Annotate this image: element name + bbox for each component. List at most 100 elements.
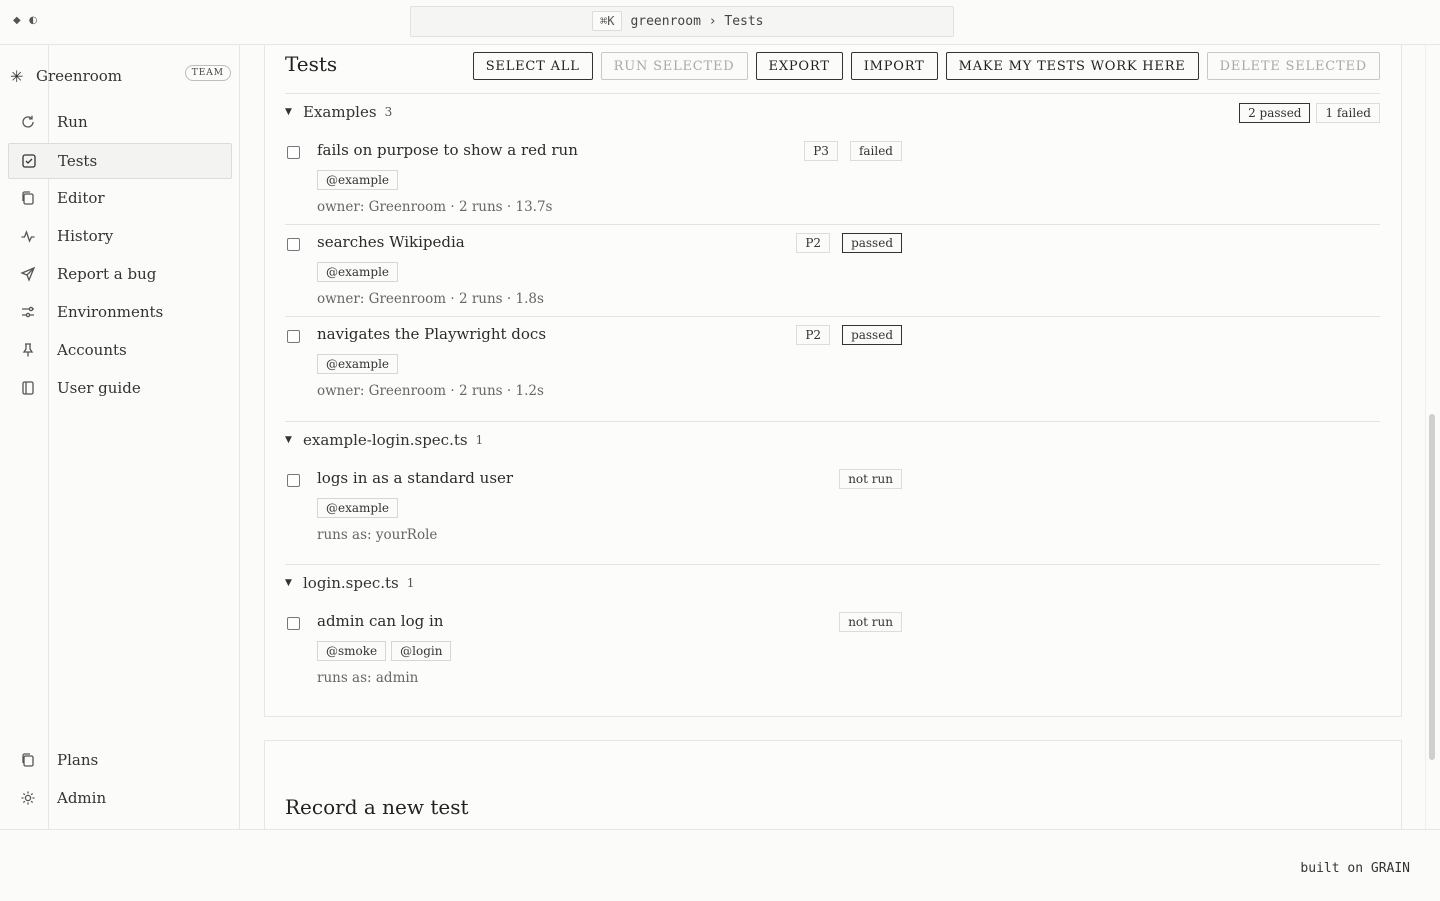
toolbar: SELECT ALL RUN SELECTED EXPORT IMPORT MA… bbox=[472, 52, 1380, 80]
import-button[interactable]: IMPORT bbox=[850, 52, 938, 80]
test-badges: not run bbox=[839, 612, 902, 632]
group-header-login[interactable]: ▼ login.spec.ts 1 bbox=[285, 574, 414, 592]
group-summary: 2 passed 1 failed bbox=[1239, 103, 1380, 123]
page-title: Tests bbox=[285, 52, 338, 76]
sidebar-item-accounts[interactable]: Accounts bbox=[8, 333, 230, 367]
passed-count-chip[interactable]: 2 passed bbox=[1239, 103, 1311, 123]
group-name: Examples bbox=[303, 103, 377, 121]
test-name[interactable]: admin can log in bbox=[317, 612, 443, 630]
priority-badge: P2 bbox=[796, 325, 831, 345]
divider bbox=[285, 93, 1380, 94]
tag[interactable]: @example bbox=[317, 170, 399, 190]
sidebar-item-admin[interactable]: Admin bbox=[8, 781, 230, 815]
test-tags: @example bbox=[317, 170, 399, 190]
sidebar-item-label: Report a bug bbox=[57, 265, 157, 283]
asterisk-logo-icon: ✳ bbox=[10, 67, 24, 86]
footer: built on GRAIN bbox=[0, 829, 1440, 901]
tag[interactable]: @example bbox=[317, 498, 399, 518]
sun-gear-icon bbox=[8, 790, 48, 806]
test-badges: P2 passed bbox=[796, 233, 902, 253]
export-button[interactable]: EXPORT bbox=[755, 52, 843, 80]
test-meta: runs as: admin bbox=[317, 670, 419, 686]
test-checkbox[interactable] bbox=[287, 617, 300, 630]
sidebar-item-tests[interactable]: Tests bbox=[8, 143, 232, 179]
sidebar-item-label: Environments bbox=[57, 303, 164, 321]
test-checkbox[interactable] bbox=[287, 474, 300, 487]
test-tags: @smoke @login bbox=[317, 641, 452, 661]
test-name[interactable]: logs in as a standard user bbox=[317, 469, 513, 487]
scrollbar-thumb[interactable] bbox=[1429, 414, 1435, 760]
sidebar-item-label: Run bbox=[57, 113, 88, 131]
test-meta: owner: Greenroom · 2 runs · 1.8s bbox=[317, 291, 544, 307]
test-checkbox[interactable] bbox=[287, 238, 300, 251]
failed-count-chip[interactable]: 1 failed bbox=[1316, 103, 1380, 123]
book-icon bbox=[8, 380, 48, 396]
divider bbox=[285, 421, 1380, 422]
tag[interactable]: @example bbox=[317, 262, 399, 282]
top-bar-icons: ◆ ◐ bbox=[13, 15, 37, 26]
divider bbox=[285, 316, 1380, 317]
checkbox-icon bbox=[9, 153, 49, 169]
test-badges: P3 failed bbox=[804, 141, 902, 161]
test-name[interactable]: navigates the Playwright docs bbox=[317, 325, 546, 343]
group-name: example-login.spec.ts bbox=[303, 431, 468, 449]
delete-selected-button[interactable]: DELETE SELECTED bbox=[1206, 52, 1380, 80]
test-meta: owner: Greenroom · 2 runs · 1.2s bbox=[317, 383, 544, 399]
record-test-title: Record a new test bbox=[285, 795, 469, 819]
group-count: 3 bbox=[384, 105, 393, 119]
select-all-button[interactable]: SELECT ALL bbox=[472, 52, 593, 80]
contrast-icon[interactable]: ◐ bbox=[29, 15, 38, 26]
built-on-label: built on GRAIN bbox=[1300, 861, 1410, 876]
group-count: 1 bbox=[406, 576, 415, 590]
sidebar-item-history[interactable]: History bbox=[8, 219, 230, 253]
sidebar-item-environments[interactable]: Environments bbox=[8, 295, 230, 329]
run-selected-button[interactable]: RUN SELECTED bbox=[600, 52, 748, 80]
tag[interactable]: @smoke bbox=[317, 641, 387, 661]
test-name[interactable]: searches Wikipedia bbox=[317, 233, 465, 251]
sidebar-item-label: Tests bbox=[58, 152, 98, 170]
test-badges: not run bbox=[839, 469, 902, 489]
status-badge: passed bbox=[842, 233, 902, 253]
brand-name: Greenroom bbox=[36, 67, 123, 85]
test-checkbox[interactable] bbox=[287, 330, 300, 343]
status-badge: not run bbox=[839, 612, 902, 632]
sidebar-item-editor[interactable]: Editor bbox=[8, 181, 230, 215]
diamond-icon[interactable]: ◆ bbox=[13, 15, 21, 26]
priority-badge: P3 bbox=[804, 141, 838, 161]
caret-down-icon: ▼ bbox=[285, 435, 292, 445]
sidebar-item-user-guide[interactable]: User guide bbox=[8, 371, 230, 405]
activity-icon bbox=[8, 228, 48, 244]
pin-icon bbox=[8, 342, 48, 358]
sidebar-item-label: Accounts bbox=[57, 341, 127, 359]
test-tags: @example bbox=[317, 354, 399, 374]
test-meta: owner: Greenroom · 2 runs · 13.7s bbox=[317, 199, 553, 215]
sidebar-item-report-bug[interactable]: Report a bug bbox=[8, 257, 230, 291]
test-name[interactable]: fails on purpose to show a red run bbox=[317, 141, 578, 159]
status-badge: not run bbox=[839, 469, 902, 489]
group-header-example-login[interactable]: ▼ example-login.spec.ts 1 bbox=[285, 431, 483, 449]
sidebar-item-label: User guide bbox=[57, 379, 141, 397]
top-bar: ◆ ◐ ⌘K greenroom › Tests bbox=[0, 0, 1440, 45]
make-tests-work-button[interactable]: MAKE MY TESTS WORK HERE bbox=[945, 52, 1199, 80]
divider bbox=[285, 564, 1380, 565]
command-bar[interactable]: ⌘K greenroom › Tests bbox=[410, 6, 954, 37]
group-count: 1 bbox=[475, 433, 484, 447]
refresh-icon bbox=[8, 114, 48, 130]
sidebar-item-label: Admin bbox=[57, 789, 107, 807]
caret-down-icon: ▼ bbox=[285, 107, 292, 117]
sliders-icon bbox=[8, 304, 48, 320]
status-badge: failed bbox=[849, 141, 902, 161]
test-meta: runs as: yourRole bbox=[317, 527, 438, 543]
group-header-examples[interactable]: ▼ Examples 3 bbox=[285, 103, 392, 121]
test-checkbox[interactable] bbox=[287, 146, 300, 159]
test-tags: @example bbox=[317, 498, 399, 518]
brand[interactable]: ✳ Greenroom TEAM bbox=[10, 65, 232, 87]
copy-icon bbox=[8, 752, 48, 768]
tag[interactable]: @example bbox=[317, 354, 399, 374]
sidebar-item-run[interactable]: Run bbox=[8, 105, 230, 139]
test-tags: @example bbox=[317, 262, 399, 282]
tag[interactable]: @login bbox=[391, 641, 452, 661]
copy-icon bbox=[8, 190, 48, 206]
sidebar-item-plans[interactable]: Plans bbox=[8, 743, 230, 777]
caret-down-icon: ▼ bbox=[285, 578, 292, 588]
